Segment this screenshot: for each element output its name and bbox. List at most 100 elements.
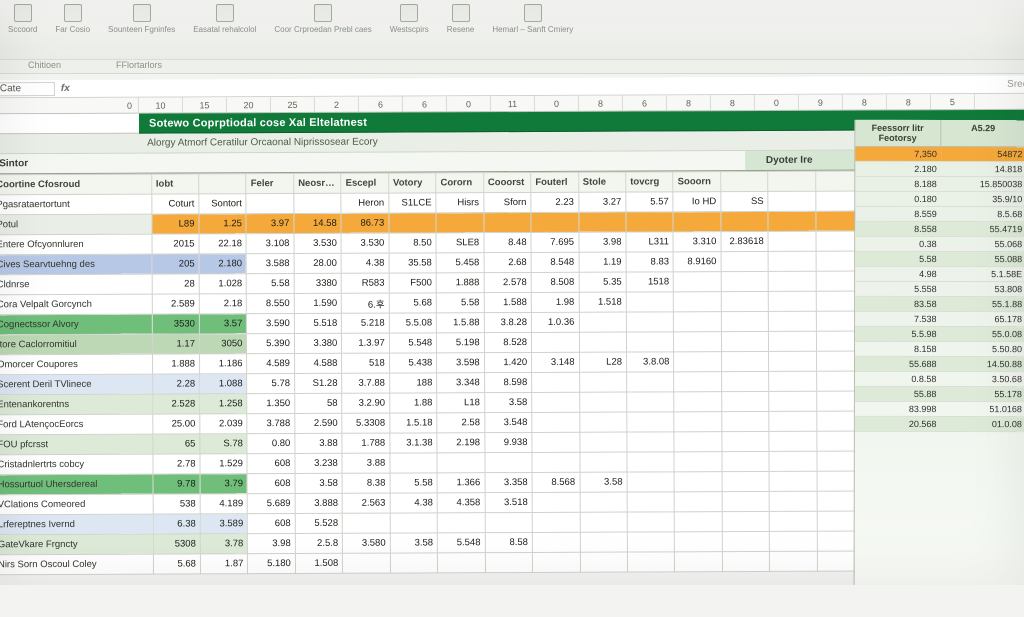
cell[interactable] <box>722 411 770 431</box>
cell[interactable]: 5.548 <box>389 333 437 353</box>
cell[interactable]: R583 <box>342 273 390 293</box>
cell[interactable]: 608 <box>247 453 295 473</box>
cell[interactable]: 14.58 <box>294 213 342 233</box>
column-header[interactable]: 9 <box>799 95 843 110</box>
cell[interactable]: 8.568 <box>532 472 580 492</box>
cell[interactable]: 4.38 <box>390 493 438 513</box>
cell[interactable]: 3.548 <box>484 412 532 432</box>
col-head[interactable] <box>199 174 247 194</box>
cell[interactable]: 3.88 <box>342 453 390 473</box>
cell[interactable]: 3.580 <box>343 533 391 553</box>
cell[interactable]: 3.8.28 <box>484 312 532 332</box>
cell[interactable]: 28.00 <box>294 253 342 273</box>
column-header[interactable]: 0 <box>447 96 491 111</box>
cell[interactable]: 3.88 <box>295 433 343 453</box>
cell[interactable]: 8.48 <box>484 232 532 252</box>
cell[interactable]: 3.788 <box>247 413 295 433</box>
cell[interactable] <box>294 193 342 213</box>
cell[interactable]: 25.00 <box>152 414 200 434</box>
cells-icon[interactable] <box>400 4 418 22</box>
cell[interactable]: 3.588 <box>247 253 295 273</box>
cell[interactable] <box>722 491 770 511</box>
cell[interactable]: 3.310 <box>673 232 721 252</box>
cell[interactable]: 3.598 <box>437 353 485 373</box>
column-header[interactable]: 8 <box>667 95 711 110</box>
number-icon[interactable] <box>314 4 332 22</box>
cell[interactable]: 1.590 <box>294 293 342 313</box>
cell[interactable] <box>722 471 770 491</box>
cell[interactable]: 8.50 <box>389 233 437 253</box>
cell[interactable] <box>769 351 817 371</box>
cell[interactable]: 7.695 <box>531 232 579 252</box>
cell[interactable]: 5.3308 <box>342 413 390 433</box>
cell[interactable] <box>722 551 770 571</box>
cell[interactable] <box>769 331 817 351</box>
cell[interactable] <box>769 451 817 471</box>
cell[interactable]: 5.438 <box>389 353 437 373</box>
cell[interactable] <box>721 211 769 231</box>
cell[interactable]: 1.028 <box>199 274 247 294</box>
cell[interactable] <box>675 492 723 512</box>
col-head[interactable]: Neosrort <box>294 173 342 193</box>
cell[interactable]: 2.28 <box>152 374 200 394</box>
cell[interactable]: 9.938 <box>485 432 533 452</box>
cell[interactable] <box>768 231 816 251</box>
cell[interactable] <box>674 392 722 412</box>
cell[interactable]: 1.508 <box>295 553 343 573</box>
cell[interactable]: 1.518 <box>579 292 627 312</box>
cell[interactable]: 3.27 <box>578 192 626 212</box>
cell[interactable] <box>532 332 580 352</box>
cell[interactable]: 1.366 <box>437 473 485 493</box>
cell[interactable] <box>532 492 580 512</box>
cell[interactable]: 188 <box>389 373 437 393</box>
cell[interactable] <box>437 513 485 533</box>
cell[interactable]: 5.390 <box>247 333 295 353</box>
cell[interactable]: 6.후 <box>342 293 390 313</box>
cell[interactable] <box>769 311 817 331</box>
cell[interactable]: 1.888 <box>436 273 484 293</box>
cell[interactable]: Hisrs <box>436 193 484 213</box>
cell[interactable]: 86.73 <box>341 213 389 233</box>
cell[interactable]: 1.5.18 <box>390 413 438 433</box>
column-header[interactable]: 8 <box>843 94 887 109</box>
cell[interactable]: 4.358 <box>437 493 485 513</box>
cell[interactable]: 5.518 <box>294 313 342 333</box>
cell[interactable] <box>769 391 817 411</box>
cell[interactable]: 3.58 <box>295 473 343 493</box>
cell[interactable]: SLE8 <box>436 233 484 253</box>
cell[interactable]: 3.348 <box>437 373 485 393</box>
cell[interactable]: 538 <box>153 494 201 514</box>
cell[interactable] <box>675 532 723 552</box>
cell[interactable] <box>627 392 675 412</box>
cell[interactable]: 1.186 <box>200 354 248 374</box>
cell[interactable]: 3.98 <box>248 533 296 553</box>
cell[interactable]: 5.35 <box>579 272 627 292</box>
cell[interactable]: 5.58 <box>390 473 438 493</box>
cell[interactable] <box>627 472 675 492</box>
cell[interactable]: 608 <box>248 513 296 533</box>
column-header[interactable]: 20 <box>227 97 271 112</box>
align-icon[interactable] <box>133 4 151 22</box>
cell[interactable] <box>721 351 769 371</box>
cell[interactable]: 2.589 <box>152 294 200 314</box>
cell[interactable]: 3.518 <box>485 492 533 512</box>
cell[interactable] <box>722 451 770 471</box>
cell[interactable] <box>768 191 816 211</box>
cell[interactable]: 3.589 <box>200 514 248 534</box>
cell[interactable] <box>627 452 675 472</box>
cell[interactable]: 2.68 <box>484 252 532 272</box>
cell[interactable] <box>769 431 817 451</box>
cell[interactable]: 1518 <box>626 272 674 292</box>
cell[interactable]: 3.530 <box>341 233 389 253</box>
column-header[interactable]: 8 <box>579 96 623 111</box>
cell[interactable]: 3.380 <box>294 333 342 353</box>
col-head[interactable]: Escepl <box>341 173 389 193</box>
cell[interactable] <box>438 553 486 573</box>
cell[interactable]: 35.58 <box>389 253 437 273</box>
cell[interactable]: 3.238 <box>295 453 343 473</box>
cell[interactable]: L311 <box>626 232 674 252</box>
cell[interactable]: 2.78 <box>153 454 201 474</box>
cell[interactable] <box>721 311 769 331</box>
paste-icon[interactable] <box>14 4 32 22</box>
cell[interactable]: F500 <box>389 273 437 293</box>
